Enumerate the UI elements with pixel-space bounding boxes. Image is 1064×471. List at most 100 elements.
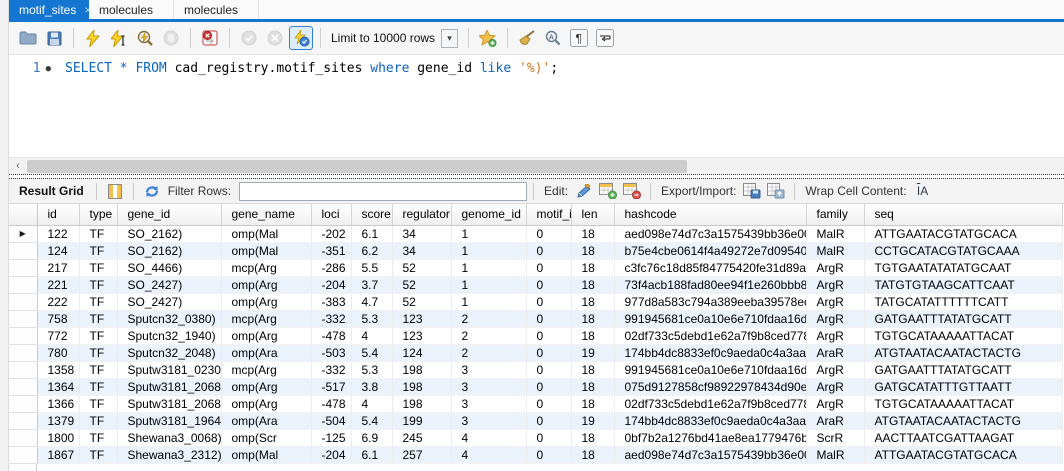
cell-genome_id[interactable]: 2 — [451, 310, 526, 327]
cell-gene_id[interactable]: SO_2427) — [117, 276, 221, 293]
cell-gene_id[interactable]: Sputcn32_1940) — [117, 327, 221, 344]
cell-type[interactable]: TF — [79, 242, 117, 259]
cell-family[interactable]: AraR — [806, 412, 864, 429]
chevron-down-icon[interactable]: ▾ — [441, 29, 458, 48]
cell-score[interactable]: 5.3 — [351, 310, 392, 327]
cell-score[interactable]: 5.5 — [351, 259, 392, 276]
cell-gene_id[interactable]: SO_2427) — [117, 293, 221, 310]
col-header-gene-name[interactable]: gene_name — [221, 204, 311, 225]
toggle-autocommit-icon[interactable] — [289, 26, 313, 50]
cell-seq[interactable]: ATGTAATACAATACTACTG — [864, 412, 1063, 429]
cell-regulator[interactable]: 198 — [392, 378, 451, 395]
cell-loci[interactable]: -478 — [311, 395, 351, 412]
cell-regulator[interactable]: 123 — [392, 327, 451, 344]
cell-family[interactable]: ArgR — [806, 276, 864, 293]
cell-motif_id[interactable]: 0 — [526, 293, 571, 310]
cell-hashcode[interactable]: 977d8a583c794a389eeba39578ec4da6 — [614, 293, 806, 310]
tab-molecules-2[interactable]: molecules — [174, 0, 259, 19]
import-icon[interactable] — [765, 181, 787, 201]
cell-gene_name[interactable]: mcp(Arg — [221, 259, 311, 276]
cell-loci[interactable]: -503 — [311, 344, 351, 361]
cell-regulator[interactable]: 52 — [392, 259, 451, 276]
cell-type[interactable]: TF — [79, 310, 117, 327]
cell-type[interactable]: TF — [79, 259, 117, 276]
cell-motif_id[interactable]: 0 — [526, 310, 571, 327]
sql-editor[interactable]: 1● SELECT * FROM cad_registry.motif_site… — [9, 55, 1064, 157]
cell-gene_name[interactable]: omp(Mal — [221, 225, 311, 242]
cell-genome_id[interactable]: 3 — [451, 361, 526, 378]
cell-motif_id[interactable]: 0 — [526, 344, 571, 361]
cell-score[interactable]: 5.4 — [351, 344, 392, 361]
cell-id[interactable]: 1364 — [37, 378, 79, 395]
cell-hashcode[interactable]: b75e4cbe0614f4a49272e7d095406d7a — [614, 242, 806, 259]
cell-len[interactable]: 18 — [571, 446, 614, 463]
row-selector[interactable] — [9, 293, 37, 310]
cell-gene_id[interactable]: SO_4466) — [117, 259, 221, 276]
cell-motif_id[interactable]: 0 — [526, 446, 571, 463]
cell-id[interactable]: 1358 — [37, 361, 79, 378]
col-header-hashcode[interactable]: hashcode — [614, 204, 806, 225]
cell-genome_id[interactable]: 2 — [451, 327, 526, 344]
limit-rows-select[interactable]: Limit to 10000 rows ▾ — [331, 29, 458, 48]
cell-len[interactable]: 19 — [571, 344, 614, 361]
cell-family[interactable]: ArgR — [806, 293, 864, 310]
cell-genome_id[interactable]: 1 — [451, 259, 526, 276]
cell-regulator[interactable]: 198 — [392, 395, 451, 412]
cell-hashcode[interactable]: 075d9127858cf98922978434d90e7309 — [614, 378, 806, 395]
cell-motif_id[interactable]: 0 — [526, 429, 571, 446]
cell-seq[interactable]: ATTGAATACGTATGCACA — [864, 446, 1063, 463]
cell-genome_id[interactable]: 3 — [451, 412, 526, 429]
cell-hashcode[interactable]: aed098e74d7c3a1575439bb36e002f6d — [614, 446, 806, 463]
cell-gene_name[interactable]: omp(Mal — [221, 446, 311, 463]
cell-regulator[interactable]: 199 — [392, 412, 451, 429]
cell-score[interactable]: 5.3 — [351, 361, 392, 378]
cell-id[interactable]: 122 — [37, 225, 79, 242]
cell-family[interactable]: ScrR — [806, 429, 864, 446]
cell-hashcode[interactable]: 73f4acb188fad80ee94f1e260bbb8173 — [614, 276, 806, 293]
table-row[interactable]: 217TFSO_4466)mcp(Arg-2865.5521018c3fc76c… — [9, 259, 1063, 276]
col-header-seq[interactable]: seq — [864, 204, 1063, 225]
table-row[interactable]: 1366TFSputw3181_2068)omp(Arg-47841983018… — [9, 395, 1063, 412]
cell-loci[interactable]: -332 — [311, 310, 351, 327]
save-snippet-icon[interactable] — [476, 26, 500, 50]
table-row[interactable]: 222TFSO_2427)omp(Arg-3834.7521018977d8a5… — [9, 293, 1063, 310]
cell-gene_id[interactable]: Shewana3_2312) — [117, 446, 221, 463]
cell-seq[interactable]: TGTGCATAAAAATTACAT — [864, 327, 1063, 344]
col-header-motif-id[interactable]: motif_id — [526, 204, 571, 225]
cell-family[interactable]: ArgR — [806, 327, 864, 344]
cell-gene_id[interactable]: SO_2162) — [117, 225, 221, 242]
cell-len[interactable]: 18 — [571, 276, 614, 293]
save-script-icon[interactable] — [42, 26, 66, 50]
table-row[interactable]: 221TFSO_2427)omp(Arg-2043.752101873f4acb… — [9, 276, 1063, 293]
cell-hashcode[interactable]: 991945681ce0a10e6e710fdaa16de7e3 — [614, 310, 806, 327]
cell-family[interactable]: ArgR — [806, 395, 864, 412]
cell-gene_name[interactable]: omp(Arg — [221, 378, 311, 395]
col-header-type[interactable]: type — [79, 204, 117, 225]
cell-score[interactable]: 4.7 — [351, 293, 392, 310]
cell-id[interactable]: 1366 — [37, 395, 79, 412]
cell-genome_id[interactable]: 3 — [451, 395, 526, 412]
scrollbar-thumb[interactable] — [27, 160, 687, 173]
cell-id[interactable]: 1800 — [37, 429, 79, 446]
cell-loci[interactable]: -202 — [311, 225, 351, 242]
table-row[interactable]: 772TFSputcn32_1940)omp(Arg-4784123201802… — [9, 327, 1063, 344]
cell-genome_id[interactable]: 1 — [451, 293, 526, 310]
beautify-icon[interactable] — [515, 26, 539, 50]
cell-gene_id[interactable]: Sputw3181_2068) — [117, 395, 221, 412]
cell-loci[interactable]: -504 — [311, 412, 351, 429]
cell-genome_id[interactable]: 1 — [451, 242, 526, 259]
cell-family[interactable]: MalR — [806, 225, 864, 242]
cell-gene_name[interactable]: omp(Ara — [221, 412, 311, 429]
cell-gene_name[interactable]: mcp(Arg — [221, 310, 311, 327]
cell-motif_id[interactable]: 0 — [526, 242, 571, 259]
cell-loci[interactable]: -351 — [311, 242, 351, 259]
cell-seq[interactable]: TATGTGTAAGCATTCAAT — [864, 276, 1063, 293]
cell-type[interactable]: TF — [79, 361, 117, 378]
cell-len[interactable]: 18 — [571, 259, 614, 276]
cell-seq[interactable]: TGTGCATAAAAATTACAT — [864, 395, 1063, 412]
sidebar-splitter[interactable] — [0, 0, 9, 471]
grid-view-icon[interactable] — [104, 181, 126, 201]
cell-id[interactable]: 217 — [37, 259, 79, 276]
cell-loci[interactable]: -204 — [311, 446, 351, 463]
cell-type[interactable]: TF — [79, 446, 117, 463]
